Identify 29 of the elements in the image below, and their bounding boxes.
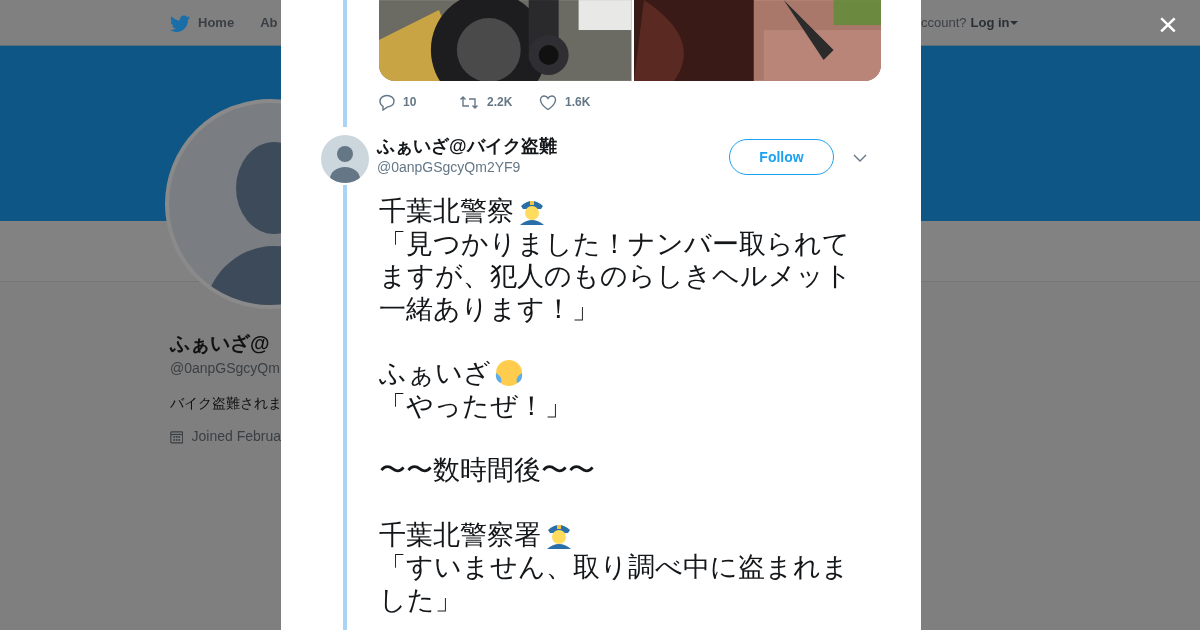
- bird-icon: [170, 13, 190, 32]
- chevron-down-icon[interactable]: [853, 154, 867, 162]
- reply-icon[interactable]: [379, 93, 395, 111]
- nav-link[interactable]: Ab: [260, 12, 278, 33]
- speaker-line: 千葉北警察: [379, 195, 514, 228]
- quote-text: 「見つかりました！ナンバー取られてますが、犯人のものらしきヘルメット一緒あります！」: [379, 227, 853, 325]
- reply-count: 10: [403, 94, 417, 111]
- calendar-icon: [170, 428, 184, 445]
- like-count: 1.6K: [565, 94, 591, 111]
- profile-handle: @0anpGSgcyQm: [170, 359, 281, 378]
- author-handle: @0anpGSgcyQm2YF9: [377, 158, 522, 177]
- speaker-line: ふぁいざ: [379, 357, 491, 390]
- profile-name: ふぁいざ@: [170, 331, 271, 357]
- follow-button[interactable]: Follow: [729, 139, 834, 175]
- scene-text: 〜〜数時間後〜〜: [379, 454, 596, 487]
- close-button[interactable]: ×: [1152, 6, 1184, 42]
- laughing-emoji-icon: [495, 359, 523, 388]
- author-name: ふぁいざ@バイク盗難: [377, 135, 558, 157]
- nav-link[interactable]: Home: [170, 12, 235, 33]
- account-prompt: ccount?: [921, 13, 967, 32]
- join-date: Joined Februa: [191, 427, 281, 446]
- quote-text: 「やったぜ！」: [379, 389, 573, 422]
- quote-text: 「すいません、取り調べ中に盗まれました」: [379, 551, 850, 616]
- login-link[interactable]: Log in: [970, 12, 1018, 33]
- caret-icon: [1009, 20, 1018, 25]
- profile-bio: バイク盗難されま: [170, 394, 281, 413]
- speaker-line: 千葉北警察署: [379, 518, 541, 551]
- heart-icon[interactable]: [539, 93, 557, 111]
- retweet-count: 2.2K: [487, 94, 513, 111]
